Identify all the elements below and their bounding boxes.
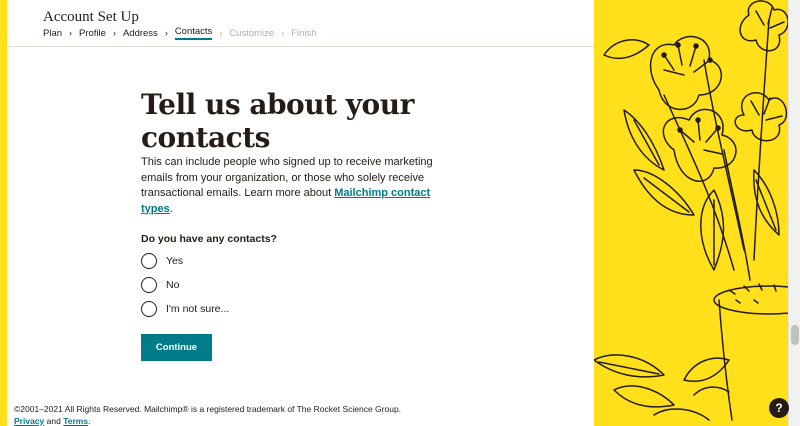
option-label-not-sure: I'm not sure...: [166, 303, 230, 315]
radio-yes[interactable]: [141, 253, 157, 269]
option-label-no: No: [166, 279, 180, 291]
option-yes[interactable]: Yes: [141, 253, 183, 269]
footer-period: .: [88, 415, 91, 426]
contacts-question: Do you have any contacts?: [141, 233, 277, 245]
left-accent-strip: [0, 0, 7, 426]
continue-button[interactable]: Continue: [141, 334, 212, 361]
breadcrumb-address[interactable]: Address: [123, 28, 158, 39]
plant-illustration: [594, 0, 788, 426]
chevron-right-icon: ›: [69, 28, 73, 38]
breadcrumb-plan[interactable]: Plan: [43, 28, 62, 39]
radio-no[interactable]: [141, 277, 157, 293]
footer-and: and: [46, 415, 61, 426]
breadcrumb-finish: Finish: [291, 27, 317, 39]
help-icon[interactable]: ?: [769, 398, 789, 418]
description: This can include people who signed up to…: [141, 155, 456, 217]
description-end: .: [169, 202, 173, 215]
footer-links: Privacy and Terms.: [14, 416, 401, 426]
copyright-text: ©2001–2021 All Rights Reserved. Mailchim…: [14, 404, 402, 414]
chevron-right-icon: ›: [219, 28, 223, 38]
breadcrumb: Plan › Profile › Address › Contacts › Cu…: [43, 26, 317, 40]
option-not-sure[interactable]: I'm not sure...: [141, 301, 229, 317]
radio-not-sure[interactable]: [141, 301, 157, 317]
privacy-link[interactable]: Privacy: [14, 416, 44, 426]
option-no[interactable]: No: [141, 277, 179, 293]
breadcrumb-customize: Customize: [229, 27, 275, 39]
terms-link[interactable]: Terms: [63, 416, 88, 426]
option-label-yes: Yes: [166, 255, 184, 267]
chevron-right-icon: ›: [112, 28, 116, 38]
footer: ©2001–2021 All Rights Reserved. Mailchim…: [14, 404, 401, 426]
chevron-right-icon: ›: [164, 28, 168, 38]
breadcrumb-profile[interactable]: Profile: [79, 28, 106, 39]
scrollbar[interactable]: [788, 0, 800, 426]
chevron-right-icon: ›: [281, 28, 285, 38]
page-title: Account Set Up: [43, 9, 139, 25]
breadcrumb-contacts[interactable]: Contacts: [174, 26, 213, 40]
header: Account Set Up Plan › Profile › Address …: [7, 0, 594, 47]
main-heading: Tell us about your contacts: [141, 88, 414, 154]
scroll-thumb[interactable]: [791, 325, 799, 345]
